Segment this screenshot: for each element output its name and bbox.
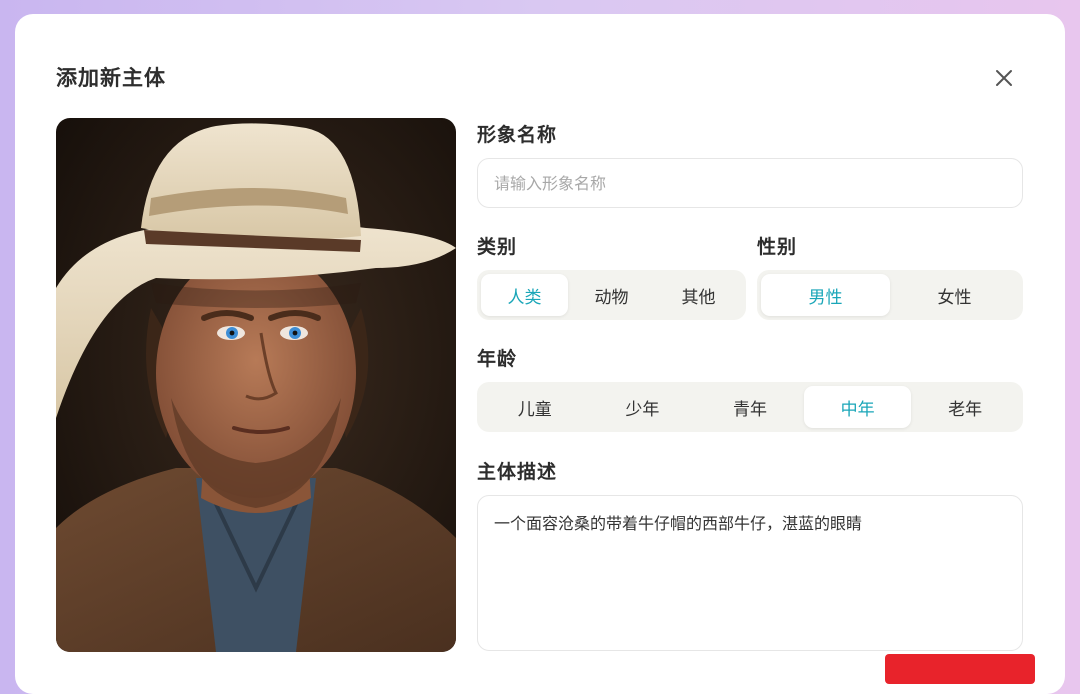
name-input[interactable] [477,158,1023,208]
category-label: 类别 [477,236,518,258]
category-option-human[interactable]: 人类 [481,274,568,316]
category-option-other[interactable]: 其他 [655,274,742,316]
dialog-title: 添加新主体 [56,66,166,90]
category-segmented-control: 人类 动物 其他 [477,270,746,320]
gender-segmented-control: 男性 女性 [757,270,1023,320]
gender-option-female[interactable]: 女性 [890,274,1019,316]
age-segmented-control: 儿童 少年 青年 中年 老年 [477,382,1023,432]
description-label: 主体描述 [477,461,558,483]
age-option-child[interactable]: 儿童 [481,386,589,428]
age-option-young[interactable]: 青年 [696,386,804,428]
age-label: 年龄 [477,348,518,370]
confirm-button[interactable] [885,654,1035,684]
gender-option-male[interactable]: 男性 [761,274,890,316]
close-button[interactable] [990,64,1018,92]
age-option-middle-aged[interactable]: 中年 [803,386,912,428]
age-option-teen[interactable]: 少年 [589,386,697,428]
close-icon [996,70,1012,86]
description-textarea[interactable]: 一个面容沧桑的带着牛仔帽的西部牛仔，湛蓝的眼睛 [477,495,1023,651]
gender-label: 性别 [757,236,798,258]
add-subject-dialog: 添加新主体 形象名称 请输入形象名称 类别 人类 动物 其他 性别 男性 女性 … [15,14,1065,694]
name-label: 形象名称 [477,124,558,146]
subject-photo [56,118,456,652]
age-option-elderly[interactable]: 老年 [911,386,1019,428]
category-option-animal[interactable]: 动物 [568,274,655,316]
